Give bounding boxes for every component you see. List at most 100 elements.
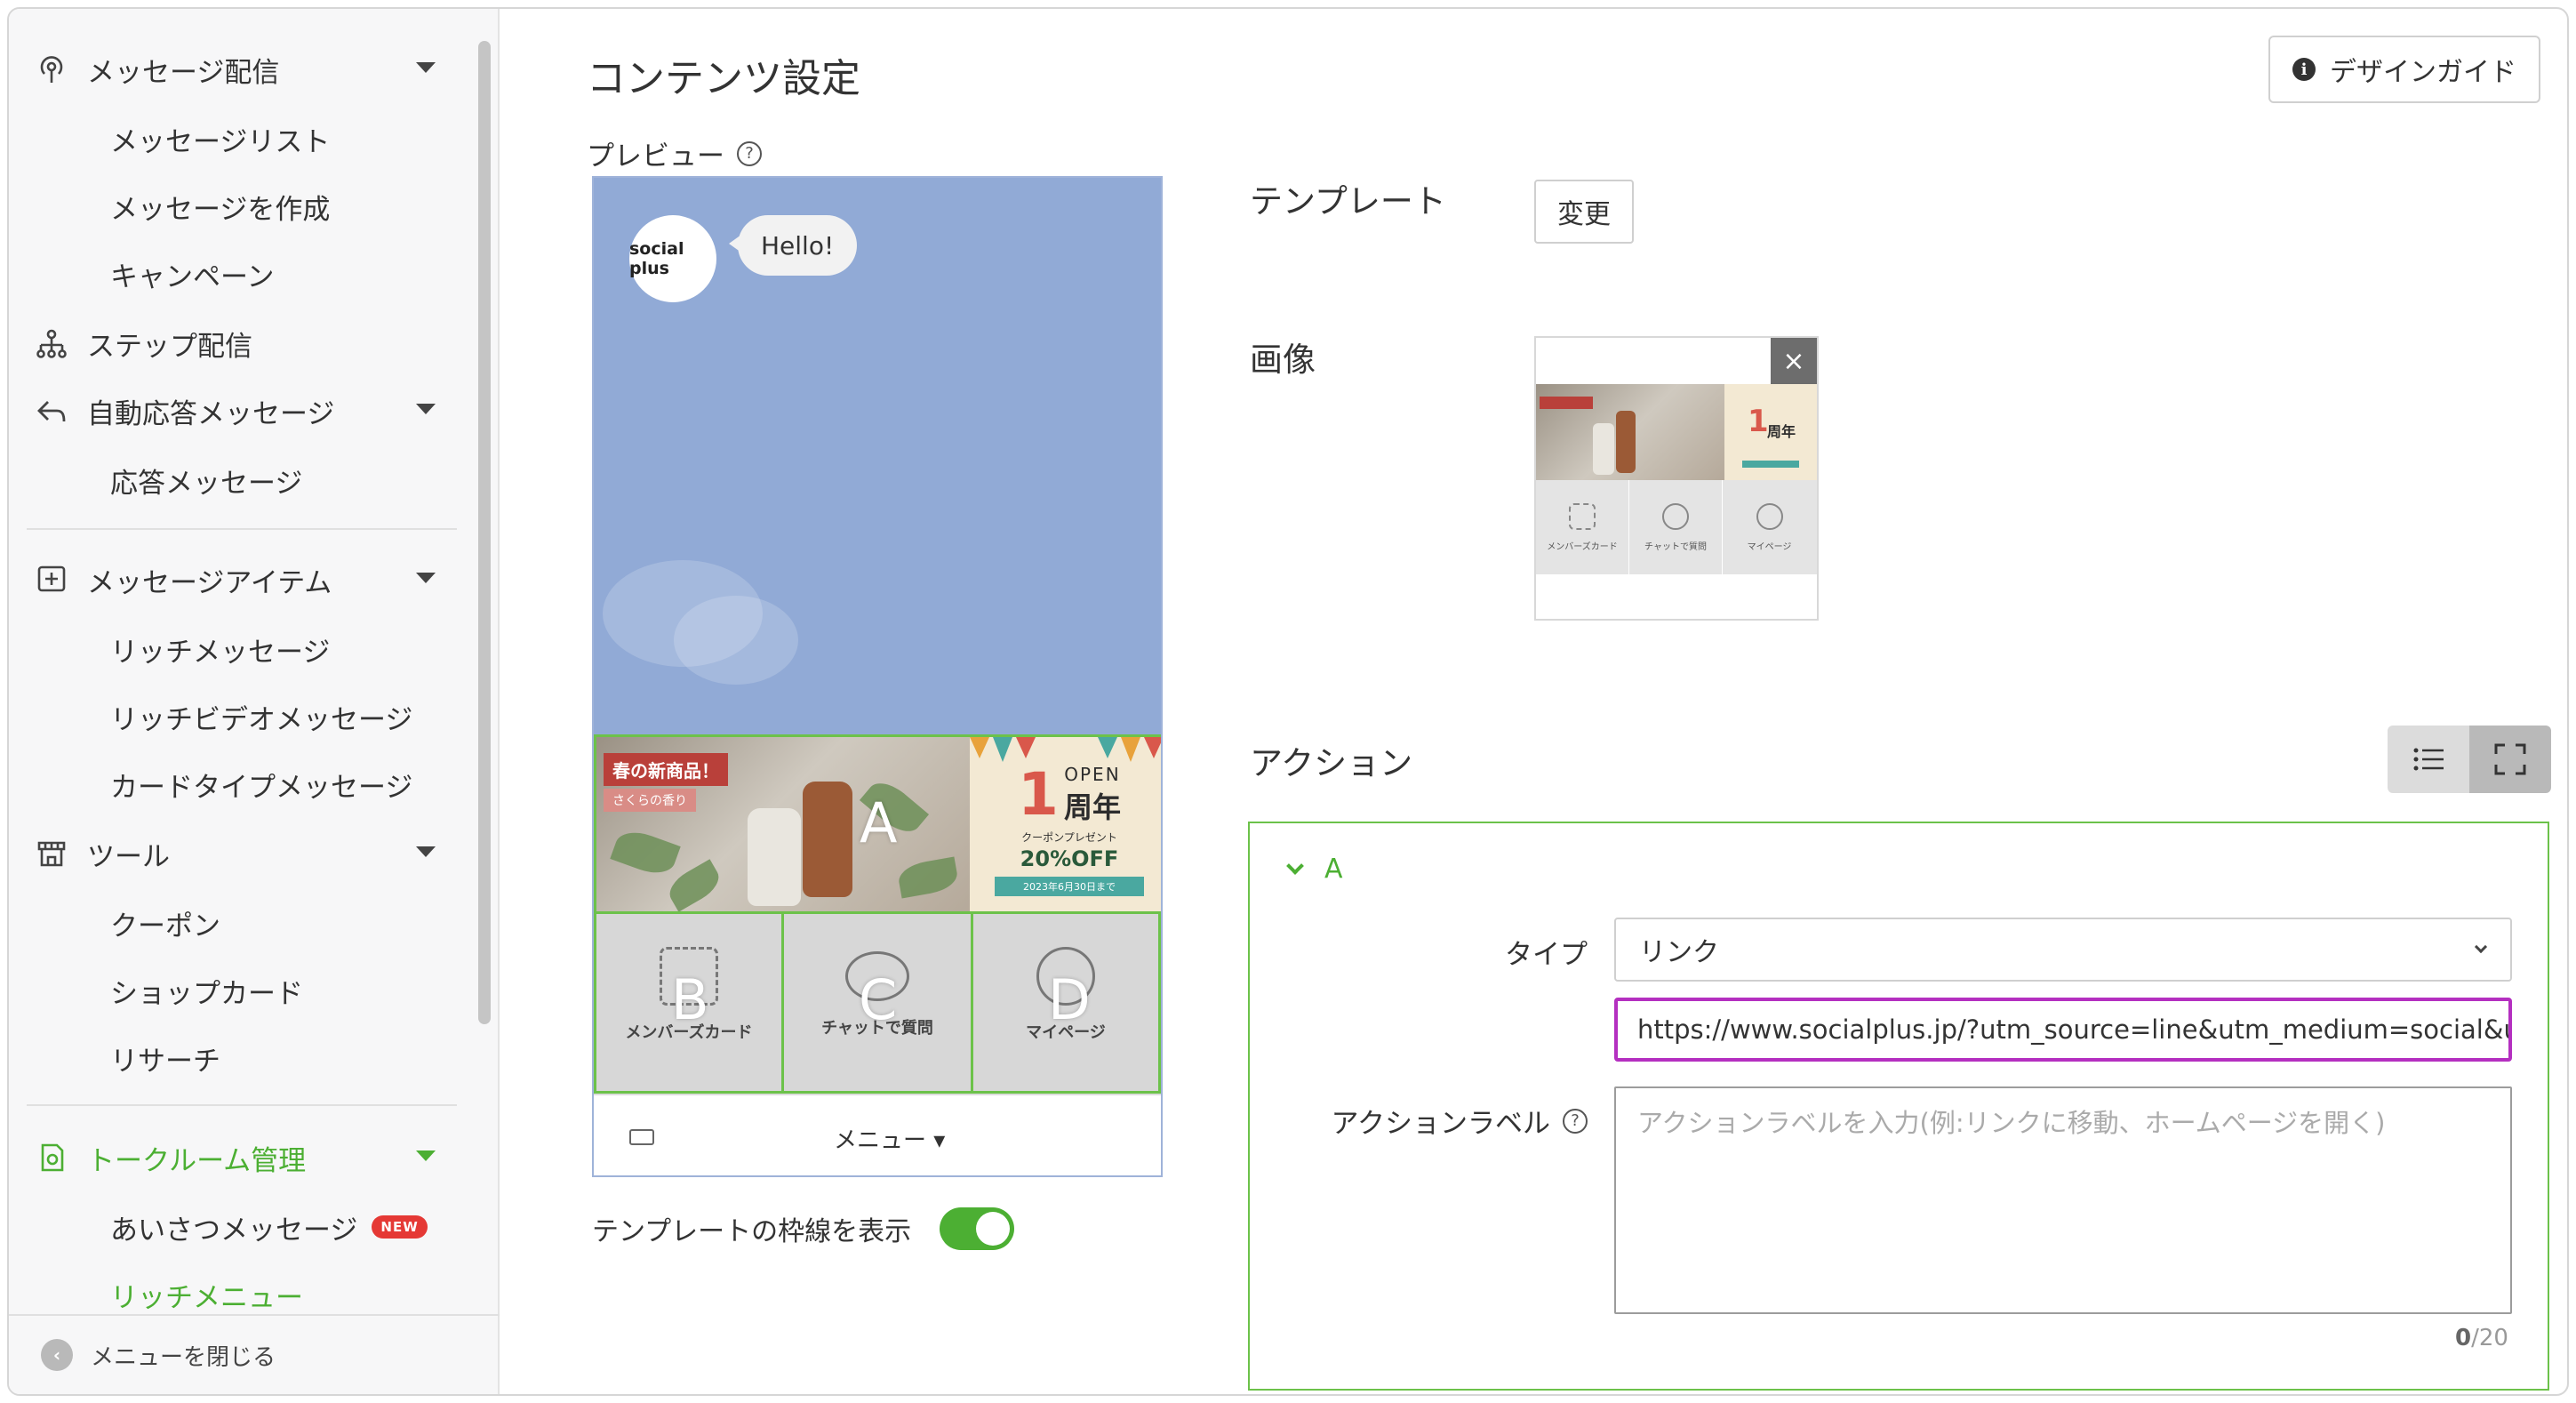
step-tree-icon [34, 325, 69, 361]
type-select-value: リンク [1639, 937, 1719, 968]
sidebar-item-label: ツール [87, 840, 170, 873]
url-input[interactable]: https://www.socialplus.jp/?utm_source=li… [1614, 998, 2512, 1062]
sidebar-item-auto-reply[interactable]: 自動応答メッセージ [34, 384, 452, 437]
sidebar-item-rich-video-message[interactable]: リッチビデオメッセージ [110, 692, 412, 742]
cell-letter: A [860, 790, 898, 855]
list-icon [2413, 748, 2444, 771]
sidebar-item-label: あいさつメッセージ [110, 1214, 358, 1247]
leaf-decoration [663, 859, 725, 912]
thumbnail-icon-label: チャットで質問 [1644, 541, 1707, 552]
sidebar-item-rich-message[interactable]: リッチメッセージ [110, 624, 330, 674]
app-window: メッセージ配信 メッセージリスト メッセージを作成 キャンペーン ステップ配信 … [7, 7, 2569, 1396]
rich-menu-cell-b[interactable]: メンバーズカード B [594, 911, 784, 1094]
anniversary-text: 1 OPEN 周年 クーポンプレゼント 20%OFF 2023年6月30日まで [980, 764, 1158, 896]
action-label-field-label: アクションラベル ? [1285, 1101, 1588, 1141]
sidebar-item-message-delivery[interactable]: メッセージ配信 [34, 43, 452, 96]
banner-tag: 春の新商品！ [604, 753, 728, 786]
thumbnail-icon-cell: マイページ [1723, 480, 1816, 574]
action-label-textarea[interactable]: アクションラベルを入力(例:リンクに移動、ホームページを開く) [1614, 1086, 2512, 1314]
deadline-label: 2023年6月30日まで [995, 877, 1144, 896]
preview-label: プレビュー [587, 140, 724, 172]
talkroom-icon [34, 1140, 69, 1175]
sidebar-divider [27, 1104, 457, 1106]
barcode-icon [1569, 502, 1596, 530]
list-view-button[interactable] [2388, 726, 2469, 793]
bottle-amber [803, 782, 852, 897]
sidebar: メッセージ配信 メッセージリスト メッセージを作成 キャンペーン ステップ配信 … [9, 9, 500, 1394]
thumbnail-bottle [1616, 411, 1636, 473]
action-panel: A タイプ リンク https://www.socialplus.jp/?utm… [1248, 822, 2549, 1391]
thumbnail-icon-label: メンバーズカード [1547, 541, 1618, 552]
thumbnail-tag [1540, 397, 1593, 409]
thumbnail-icons-row: メンバーズカード チャットで質問 マイページ [1536, 480, 1817, 574]
rich-menu-cell-d[interactable]: マイページ D [971, 911, 1161, 1094]
close-menu-button[interactable]: ‹ メニューを閉じる [9, 1314, 500, 1394]
sidebar-nav: メッセージ配信 メッセージリスト メッセージを作成 キャンペーン ステップ配信 … [9, 9, 471, 1314]
sidebar-item-step-delivery[interactable]: ステップ配信 [34, 317, 452, 370]
type-label: タイプ [1505, 939, 1588, 971]
reply-icon [34, 393, 69, 429]
banner-anniversary: 1 OPEN 周年 クーポンプレゼント 20%OFF 2023年6月30日まで [970, 737, 1161, 915]
rich-menu-cell-a[interactable]: 春の新商品！ さくらの香り 1 OPEN 周年 クーポンプレゼント 20%OFF… [594, 734, 1161, 915]
counter-max: /20 [2471, 1325, 2508, 1351]
type-select[interactable]: リンク [1614, 918, 2512, 982]
chevron-down-icon [1286, 856, 1304, 875]
sidebar-item-message-list[interactable]: メッセージリスト [110, 114, 330, 164]
close-menu-label: メニューを閉じる [91, 1343, 276, 1371]
thumbnail-icon-label: マイページ [1747, 541, 1792, 552]
chevron-down-icon [416, 1150, 436, 1161]
thumbnail-banner: 1 周年 [1536, 384, 1817, 480]
design-guide-button[interactable]: i デザインガイド [2268, 36, 2540, 103]
sidebar-item-tools[interactable]: ツール [34, 827, 452, 880]
page-title: コンテンツ設定 [587, 56, 860, 101]
keyboard-icon[interactable] [629, 1129, 654, 1145]
sidebar-item-card-type-message[interactable]: カードタイプメッセージ [110, 759, 412, 809]
cell-letter: B [671, 967, 709, 1032]
sidebar-item-talkroom[interactable]: トークルーム管理 [34, 1131, 452, 1184]
coupon-present-label: クーポンプレゼント [1021, 831, 1117, 844]
help-icon[interactable]: ? [737, 140, 762, 166]
thumbnail-icon-cell: チャットで質問 [1629, 480, 1723, 574]
expand-view-button[interactable] [2469, 726, 2551, 793]
sidebar-item-rich-menu[interactable]: リッチメニュー [110, 1270, 303, 1314]
sidebar-item-campaign[interactable]: キャンペーン [110, 249, 274, 299]
show-border-toggle[interactable] [940, 1207, 1015, 1250]
sidebar-item-response-message[interactable]: 応答メッセージ [110, 455, 302, 505]
change-template-button[interactable]: 変更 [1534, 180, 1634, 244]
info-icon: i [2292, 58, 2316, 81]
preview-heading: プレビュー ? [587, 133, 762, 173]
add-box-icon [34, 562, 69, 597]
rich-menu-cell-c[interactable]: チャットで質問 C [781, 911, 973, 1094]
phone-menu-bar: メニュー ▾ [594, 1094, 1161, 1175]
chevron-down-icon [2474, 940, 2488, 954]
action-label: アクション [1250, 744, 1413, 782]
action-section-header[interactable]: A [1286, 854, 1343, 885]
sidebar-item-research[interactable]: リサーチ [110, 1033, 220, 1083]
new-badge: NEW [372, 1215, 428, 1239]
sidebar-scrollbar[interactable] [478, 41, 491, 1024]
sidebar-item-greeting-message[interactable]: あいさつメッセージ NEW [110, 1202, 428, 1252]
remove-image-button[interactable]: × [1771, 338, 1817, 384]
menu-toggle[interactable]: メニュー ▾ [834, 1122, 945, 1155]
view-mode-toggle [2388, 726, 2551, 793]
counter-current: 0 [2455, 1325, 2472, 1351]
cloud-decoration [674, 596, 798, 685]
image-thumbnail[interactable]: 1 周年 メンバーズカード チャットで質問 マイページ × [1534, 336, 1819, 621]
fullscreen-icon [2494, 743, 2526, 775]
sidebar-item-create-message[interactable]: メッセージを作成 [110, 181, 330, 231]
sidebar-item-label: メッセージアイテム [87, 566, 332, 599]
sidebar-item-message-items[interactable]: メッセージアイテム [34, 553, 452, 606]
discount-label: 20%OFF [1020, 846, 1119, 871]
store-icon [34, 836, 69, 871]
chevron-left-icon: ‹ [41, 1339, 73, 1371]
help-icon[interactable]: ? [1563, 1108, 1588, 1134]
anniversary-number: 1 [1018, 760, 1059, 829]
anniversary-label: 周年 [1063, 790, 1121, 824]
sidebar-item-shop-card[interactable]: ショップカード [110, 966, 303, 1015]
chevron-down-icon [416, 846, 436, 857]
thumbnail-anniversary-number: 1 [1748, 404, 1769, 439]
design-guide-label: デザインガイド [2330, 57, 2516, 88]
action-label-text: アクションラベル [1331, 1108, 1550, 1140]
sidebar-item-coupon[interactable]: クーポン [110, 898, 220, 948]
cell-letter: C [859, 967, 898, 1032]
